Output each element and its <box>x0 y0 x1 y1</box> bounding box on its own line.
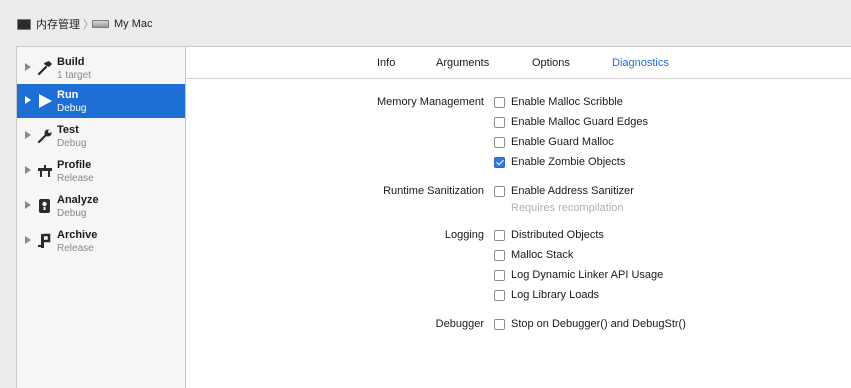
scheme-action-sidebar: Build 1 target Run Debug Test Debug Prof… <box>16 46 186 388</box>
option-label: Enable Malloc Scribble <box>511 96 623 108</box>
sidebar-item-profile[interactable]: Profile Release <box>17 154 185 188</box>
sidebar-item-title: Profile <box>57 159 92 171</box>
sidebar-item-subtitle: Release <box>57 243 94 254</box>
play-icon <box>37 92 53 110</box>
tab-info[interactable]: Info <box>377 57 395 69</box>
sidebar-item-subtitle: Debug <box>57 103 87 114</box>
breadcrumb-scheme[interactable]: 内存管理 <box>17 17 80 31</box>
logging-label: Logging <box>444 229 484 241</box>
sidebar-item-archive[interactable]: Archive Release <box>17 224 185 258</box>
sidebar-item-title: Analyze <box>57 194 99 206</box>
option-label: Enable Zombie Objects <box>511 156 626 168</box>
checkbox[interactable] <box>494 136 505 148</box>
option-label: Enable Malloc Guard Edges <box>511 116 648 128</box>
sidebar-item-title: Test <box>57 124 79 136</box>
sidebar-item-title: Build <box>57 56 85 68</box>
sidebar-item-title: Archive <box>57 229 98 241</box>
option-address-sanitizer[interactable]: Enable Address Sanitizer <box>494 184 634 198</box>
option-label: Distributed Objects <box>511 229 604 241</box>
option-stop-on-debugger[interactable]: Stop on Debugger() and DebugStr() <box>494 317 686 331</box>
scheme-editor-header: 内存管理 〉 My Mac <box>0 0 851 46</box>
mac-icon <box>92 20 109 28</box>
checkbox[interactable] <box>494 185 505 197</box>
option-malloc-scribble[interactable]: Enable Malloc Scribble <box>494 95 623 109</box>
disclosure-triangle-icon[interactable] <box>25 96 31 104</box>
sidebar-item-analyze[interactable]: Analyze Debug <box>17 189 185 223</box>
sidebar-item-subtitle: Debug <box>57 138 87 149</box>
option-label: Enable Guard Malloc <box>511 136 614 148</box>
option-label: Stop on Debugger() and DebugStr() <box>511 318 686 330</box>
checkbox[interactable] <box>494 116 505 128</box>
tab-arguments[interactable]: Arguments <box>436 57 489 69</box>
option-zombie-objects[interactable]: Enable Zombie Objects <box>494 155 625 169</box>
disclosure-triangle-icon[interactable] <box>25 166 31 174</box>
checkbox[interactable] <box>494 96 505 108</box>
option-log-dynamic-linker[interactable]: Log Dynamic Linker API Usage <box>494 268 663 282</box>
sidebar-item-subtitle: 1 target <box>57 70 91 81</box>
memory-management-label: Memory Management <box>377 96 484 108</box>
breadcrumb-destination-label: My Mac <box>114 18 153 30</box>
breadcrumb-destination[interactable]: My Mac <box>92 17 153 31</box>
breadcrumb-scheme-label: 内存管理 <box>36 19 80 31</box>
wrench-icon <box>37 127 53 145</box>
hammer-icon <box>37 59 53 77</box>
disclosure-triangle-icon[interactable] <box>25 131 31 139</box>
instruments-icon <box>37 162 53 180</box>
runtime-sanitization-label: Runtime Sanitization <box>383 185 484 197</box>
option-malloc-guard-edges[interactable]: Enable Malloc Guard Edges <box>494 115 648 129</box>
disclosure-triangle-icon[interactable] <box>25 236 31 244</box>
option-malloc-stack[interactable]: Malloc Stack <box>494 248 573 262</box>
tab-diagnostics[interactable]: Diagnostics <box>612 57 669 69</box>
scheme-icon <box>17 18 31 30</box>
checkbox[interactable] <box>494 229 505 241</box>
option-guard-malloc[interactable]: Enable Guard Malloc <box>494 135 614 149</box>
option-label: Log Dynamic Linker API Usage <box>511 269 664 281</box>
option-distributed-objects[interactable]: Distributed Objects <box>494 228 604 242</box>
sidebar-item-test[interactable]: Test Debug <box>17 119 185 153</box>
checkbox[interactable] <box>494 318 505 330</box>
disclosure-triangle-icon[interactable] <box>25 201 31 209</box>
sidebar-item-run[interactable]: Run Debug <box>17 84 185 118</box>
checkbox[interactable] <box>494 249 505 261</box>
option-label: Malloc Stack <box>511 249 574 261</box>
option-label: Enable Address Sanitizer <box>511 185 634 197</box>
option-log-library-loads[interactable]: Log Library Loads <box>494 288 599 302</box>
sidebar-item-subtitle: Debug <box>57 208 87 219</box>
checkbox-checked[interactable] <box>494 156 505 168</box>
analyze-icon <box>37 197 53 215</box>
tab-bar: Info Arguments Options Diagnostics <box>186 47 851 79</box>
option-label: Log Library Loads <box>511 289 600 301</box>
disclosure-triangle-icon[interactable] <box>25 63 31 71</box>
checkbox[interactable] <box>494 289 505 301</box>
sidebar-item-title: Run <box>57 89 79 101</box>
debugger-label: Debugger <box>435 318 484 330</box>
checkbox[interactable] <box>494 269 505 281</box>
diagnostics-panel: Info Arguments Options Diagnostics Memor… <box>186 46 851 388</box>
archive-icon <box>37 232 53 250</box>
sidebar-item-subtitle: Release <box>57 173 94 184</box>
tab-options[interactable]: Options <box>532 57 570 69</box>
requires-recompilation-hint: Requires recompilation <box>511 202 624 214</box>
sidebar-item-build[interactable]: Build 1 target <box>17 51 185 85</box>
